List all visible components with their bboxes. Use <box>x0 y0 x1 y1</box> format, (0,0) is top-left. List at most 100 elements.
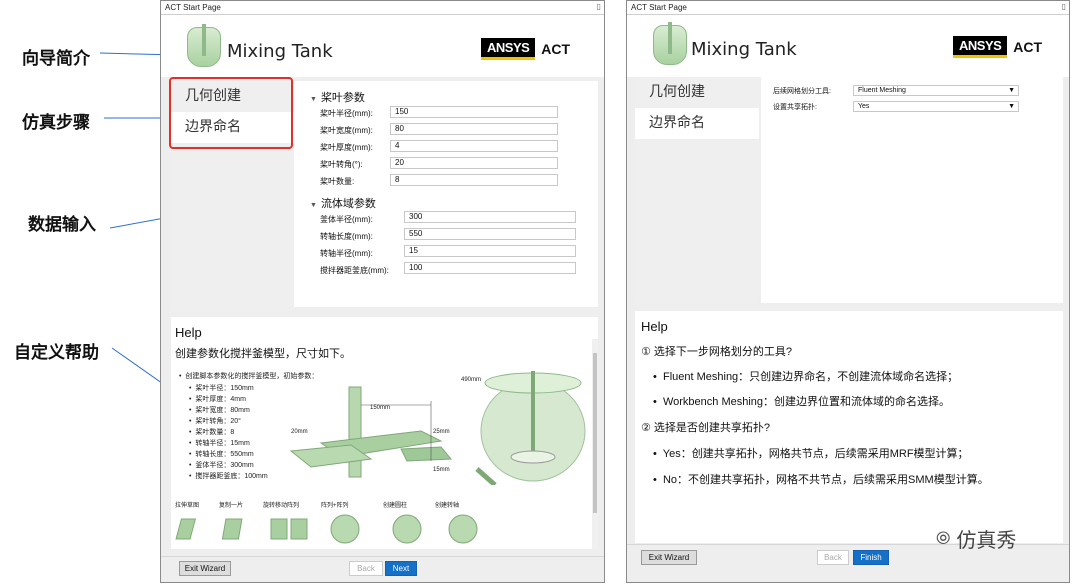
build-step-label: 创建转轴 <box>435 503 460 509</box>
steps-highlight-box <box>169 77 293 149</box>
list-item-text: Workbench Meshing：创建边界位置和流体域的命名选择。 <box>662 396 951 408</box>
shaft-length-input[interactable]: 550 <box>404 228 576 240</box>
logo-brand: ANSYS <box>481 38 536 60</box>
chevron-down-icon: ▼ <box>1008 103 1015 110</box>
list-item: • No：不创建共享拓扑，网格不共节点，后续需采用SMM模型计算。 <box>653 474 989 486</box>
help-panel: Help 创建参数化搅拌釜模型，尺寸如下。 • 创建脚本参数化的搅拌釜模型，初始… <box>171 317 598 549</box>
agitator-height-input[interactable]: 100 <box>404 262 576 274</box>
watermark-text: 仿真秀 <box>956 528 1017 552</box>
logo-brand: ANSYS <box>953 36 1008 58</box>
list-item: • 釜体半径：300mm <box>189 462 254 469</box>
vessel-radius-input[interactable]: 300 <box>404 211 576 223</box>
list-item: • 桨叶数量：8 <box>189 429 235 436</box>
section-fluid-params[interactable]: ▼ 流体域参数 <box>310 195 376 211</box>
right-wizard-window: ACT Start Page ▯ Mixing Tank ANSYS ACT 几何创… <box>626 0 1070 583</box>
help-title: Help <box>175 325 202 340</box>
build-step-label: 阵列+阵列 <box>321 503 349 509</box>
mesh-tool-value: Fluent Meshing <box>858 87 906 94</box>
wizard-header: Mixing Tank ANSYS ACT <box>161 15 604 77</box>
window-menu-icon[interactable]: ▯ <box>597 2 601 11</box>
window-title: ACT Start Page <box>631 3 687 12</box>
help-question-2: ② 选择是否创建共享拓扑? <box>641 422 771 434</box>
dim-label-blade-width: 20mm <box>291 429 308 435</box>
step-geometry[interactable]: 几何创建 <box>635 77 759 108</box>
field-label: 后续网格划分工具: <box>773 88 831 95</box>
back-button[interactable]: Back <box>349 561 383 576</box>
help-bullet-list: • 桨叶半径：150mm • 桨叶厚度：4mm • 桨叶宽度：80mm • 桨叶… <box>189 383 268 482</box>
build-step-label: 创建圆柱 <box>383 503 408 509</box>
logo-suffix: ACT <box>541 41 571 57</box>
list-item-text: 釜体半径：300mm <box>195 462 254 469</box>
list-item-text: Yes：创建共享拓扑，网格共节点，后续需采用MRF模型计算； <box>662 448 969 460</box>
field-label: 搅拌器距釜底(mm): <box>320 266 389 275</box>
shaft-radius-input[interactable]: 15 <box>404 245 576 257</box>
ansys-act-logo: ANSYS ACT <box>481 38 571 60</box>
dim-label-shaft: 15mm <box>433 467 450 473</box>
scrollbar-thumb[interactable] <box>593 353 597 513</box>
list-item-text: 桨叶半径：150mm <box>195 385 254 392</box>
blade-thickness-input[interactable]: 4 <box>390 140 558 152</box>
field-label: 桨叶转角(°): <box>320 160 363 169</box>
step-boundary-naming[interactable]: 边界命名 <box>635 108 759 139</box>
list-item: • 转轴半径：15mm <box>189 440 250 447</box>
blade-width-input[interactable]: 80 <box>390 123 558 135</box>
list-item-text: 桨叶宽度：80mm <box>195 407 250 414</box>
watermark: ⦾ 仿真秀 <box>936 524 1016 553</box>
finish-button[interactable]: Finish <box>853 550 889 565</box>
dim-label-hub: 25mm <box>433 429 450 435</box>
field-label: 桨叶宽度(mm): <box>320 126 373 135</box>
chat-bubble-icon: ⦾ <box>936 528 951 548</box>
logo-suffix: ACT <box>1013 39 1043 55</box>
exit-wizard-button[interactable]: Exit Wizard <box>641 550 697 565</box>
help-scrollbar[interactable] <box>592 339 598 549</box>
field-label: 转轴半径(mm): <box>320 249 373 258</box>
mixing-tank-icon <box>187 24 221 67</box>
list-item: • 桨叶宽度：80mm <box>189 407 250 414</box>
field-label: 转轴长度(mm): <box>320 232 373 241</box>
mesh-tool-select[interactable]: Fluent Meshing ▼ <box>853 85 1019 96</box>
window-title: ACT Start Page <box>165 3 221 12</box>
window-titlebar: ACT Start Page ▯ <box>627 1 1069 15</box>
build-steps-illustration <box>175 514 478 544</box>
dim-label-blade-radius: 150mm <box>370 405 391 411</box>
list-item-text: 转轴长度：550mm <box>195 451 254 458</box>
collapse-triangle-icon: ▼ <box>310 96 317 103</box>
exit-wizard-button[interactable]: Exit Wizard <box>179 561 231 576</box>
next-button[interactable]: Next <box>385 561 417 576</box>
window-menu-icon[interactable]: ▯ <box>1062 2 1066 11</box>
field-label: 桨叶数量: <box>320 177 355 186</box>
app-title: Mixing Tank <box>691 39 797 60</box>
list-item: • 桨叶厚度：4mm <box>189 396 246 403</box>
dim-label-vessel: 490mm <box>461 377 482 383</box>
section-title: 流体域参数 <box>320 198 376 210</box>
step-list: 几何创建 边界命名 <box>635 77 759 303</box>
blade-count-input[interactable]: 8 <box>390 174 558 186</box>
shared-topology-select[interactable]: Yes ▼ <box>853 101 1019 112</box>
list-item: • Fluent Meshing：只创建边界命名，不创建流体域命名选择； <box>653 371 959 383</box>
field-label: 桨叶半径(mm): <box>320 109 373 118</box>
back-button[interactable]: Back <box>817 550 849 565</box>
collapse-triangle-icon: ▼ <box>310 202 317 209</box>
list-item-text: 转轴半径：15mm <box>195 440 250 447</box>
blade-angle-input[interactable]: 20 <box>390 157 558 169</box>
section-blade-params[interactable]: ▼ 桨叶参数 <box>310 89 365 105</box>
list-item: • Workbench Meshing：创建边界位置和流体域的命名选择。 <box>653 396 951 408</box>
window-titlebar: ACT Start Page ▯ <box>161 1 604 15</box>
field-label: 桨叶厚度(mm): <box>320 143 373 152</box>
list-item-text: 搅拌器距釜底：100mm <box>195 473 268 480</box>
help-subtitle: 创建参数化搅拌釜模型，尺寸如下。 <box>175 348 351 360</box>
left-wizard-window: ACT Start Page ▯ Mixing Tank ANSYS ACT 几何创… <box>160 0 605 583</box>
field-label: 釜体半径(mm): <box>320 215 373 224</box>
list-item-text: No：不创建共享拓扑，网格不共节点，后续需采用SMM模型计算。 <box>662 474 989 486</box>
list-item: • 转轴长度：550mm <box>189 451 254 458</box>
build-step-label: 旋转移动阵列 <box>263 503 300 509</box>
list-item-text: 桨叶数量：8 <box>195 429 235 436</box>
app-title: Mixing Tank <box>227 41 333 62</box>
wizard-header: Mixing Tank ANSYS ACT <box>627 15 1069 77</box>
list-item: • 桨叶转角：20° <box>189 418 241 425</box>
help-title: Help <box>641 319 668 334</box>
blade-radius-input[interactable]: 150 <box>390 106 558 118</box>
help-panel: Help ① 选择下一步网格划分的工具? • Fluent Meshing：只创… <box>635 311 1063 543</box>
field-label: 设置共享拓扑: <box>773 104 817 111</box>
mixing-tank-icon <box>653 22 687 65</box>
